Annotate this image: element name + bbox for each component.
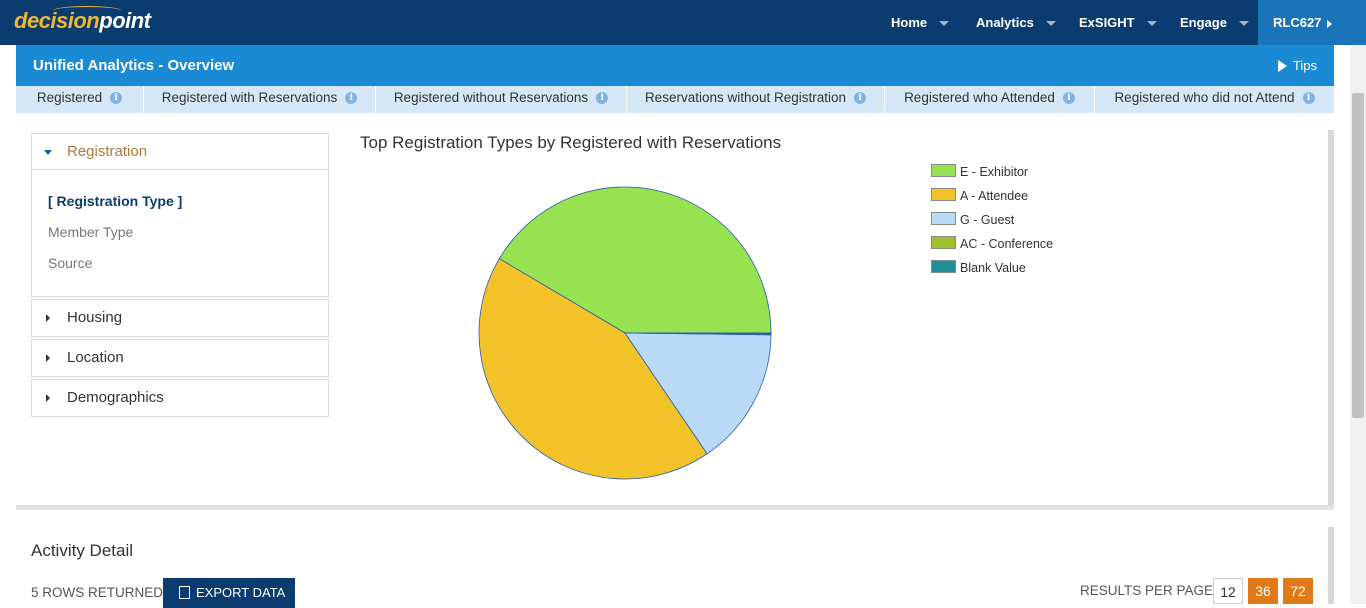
caret-right-icon — [46, 394, 50, 402]
nav-analytics-label: Analytics — [976, 15, 1034, 30]
nav-home-label: Home — [891, 15, 928, 30]
metric-label: Registered — [36, 90, 103, 105]
info-icon[interactable]: i — [1302, 92, 1315, 105]
pie-chart — [478, 186, 772, 480]
tips-button[interactable]: Tips — [1277, 45, 1317, 87]
tips-label: Tips — [1292, 58, 1317, 73]
metric-label: Registered who Attended — [904, 90, 1055, 105]
accordion-housing[interactable]: Housing — [31, 299, 329, 337]
accordion-header-registration[interactable]: Registration — [32, 134, 328, 170]
results-per-page-label: RESULTS PER PAGE: — [1080, 583, 1217, 598]
info-icon[interactable]: i — [1062, 92, 1075, 105]
logo-swoosh — [52, 6, 122, 16]
legend-label: Blank Value — [960, 261, 1026, 275]
metric-tab-registered-who-did-not-attend[interactable]: Registered who did not Attend i — [1095, 86, 1334, 113]
accordion-label: Registration — [67, 143, 148, 160]
document-icon — [179, 586, 190, 599]
chevron-down-icon — [939, 21, 950, 27]
nav-analytics[interactable]: Analytics — [976, 0, 1056, 45]
chevron-down-icon — [1045, 21, 1056, 27]
accordion-header-demographics[interactable]: Demographics — [32, 380, 328, 416]
legend-swatch — [931, 212, 956, 225]
legend-label: AC - Conference — [960, 237, 1054, 251]
page-title: Unified Analytics - Overview — [33, 57, 235, 74]
legend-swatch — [931, 236, 956, 249]
page-header: Unified Analytics - Overview Tips — [16, 45, 1334, 86]
chevron-down-icon — [1146, 21, 1157, 27]
chevron-right-icon — [1327, 19, 1333, 28]
top-navigation: decisionpoint Home Analytics ExSIGHT Eng… — [0, 0, 1366, 45]
user-menu[interactable]: RLC627 — [1258, 0, 1366, 45]
legend-label: A - Attendee — [960, 189, 1029, 203]
nav-engage-label: Engage — [1180, 15, 1227, 30]
accordion-label: Housing — [67, 309, 123, 326]
rows-returned: 5 ROWS RETURNED — [31, 585, 164, 600]
accordion-header-housing[interactable]: Housing — [32, 300, 328, 336]
nav-engage[interactable]: Engage — [1180, 0, 1249, 45]
legend-swatch — [931, 188, 956, 201]
accordion-label: Demographics — [67, 389, 164, 406]
legend-swatch — [931, 260, 956, 273]
accordion-header-location[interactable]: Location — [32, 340, 328, 376]
chart-title: Top Registration Types by Registered wit… — [360, 133, 782, 152]
info-icon[interactable]: i — [596, 92, 609, 105]
page-size-72[interactable]: 72 — [1283, 578, 1313, 604]
user-name: RLC627 — [1273, 15, 1322, 30]
activity-title: Activity Detail — [31, 541, 134, 560]
export-label: EXPORT DATA — [196, 585, 286, 600]
panel-border — [1328, 130, 1334, 508]
caret-right-icon — [46, 314, 50, 322]
metric-label: Registered without Reservations — [393, 90, 589, 105]
option-registration-type[interactable]: [ Registration Type ] — [48, 182, 328, 213]
metric-tabs: Registered i Registered with Reservations… — [16, 86, 1334, 113]
page-size-12[interactable]: 12 — [1213, 578, 1243, 604]
caret-right-icon — [46, 354, 50, 362]
metric-label: Registered who did not Attend — [1114, 90, 1295, 105]
info-icon[interactable]: i — [110, 92, 123, 105]
legend-label: G - Guest — [960, 213, 1015, 227]
vertical-scrollbar[interactable] — [1350, 45, 1366, 604]
info-icon[interactable]: i — [345, 92, 358, 105]
accordion-location[interactable]: Location — [31, 339, 329, 377]
page-size-36[interactable]: 36 — [1248, 578, 1278, 604]
accordion-registration: Registration [ Registration Type ] Membe… — [31, 133, 329, 297]
chevron-down-icon — [1238, 21, 1249, 27]
option-source[interactable]: Source — [48, 244, 328, 275]
metric-tab-registered[interactable]: Registered i — [16, 86, 144, 113]
metric-tab-reservations-without-registration[interactable]: Reservations without Registration i — [627, 86, 885, 113]
metric-tab-registered-who-attended[interactable]: Registered who Attended i — [885, 86, 1095, 113]
option-member-type[interactable]: Member Type — [48, 213, 328, 244]
metric-tab-registered-with-reservations[interactable]: Registered with Reservations i — [144, 86, 376, 113]
nav-exsight[interactable]: ExSIGHT — [1079, 0, 1157, 45]
scrollbar-thumb[interactable] — [1352, 93, 1364, 418]
panel-border — [1328, 527, 1334, 604]
nav-home[interactable]: Home — [891, 0, 950, 45]
nav-exsight-label: ExSIGHT — [1079, 15, 1135, 30]
accordion-body: [ Registration Type ] Member Type Source — [32, 170, 328, 283]
metric-label: Registered with Reservations — [161, 90, 338, 105]
metric-tab-registered-without-reservations[interactable]: Registered without Reservations i — [376, 86, 627, 113]
caret-down-icon — [44, 150, 52, 155]
accordion-label: Location — [67, 349, 124, 366]
legend-swatch — [931, 164, 956, 177]
accordion-demographics[interactable]: Demographics — [31, 379, 329, 417]
metric-label: Reservations without Registration — [644, 90, 847, 105]
decisionpoint-logo[interactable]: decisionpoint — [14, 6, 151, 38]
legend-label: E - Exhibitor — [960, 165, 1029, 179]
info-icon[interactable]: i — [854, 92, 867, 105]
panel-divider — [16, 505, 1334, 510]
play-icon — [1277, 59, 1287, 72]
